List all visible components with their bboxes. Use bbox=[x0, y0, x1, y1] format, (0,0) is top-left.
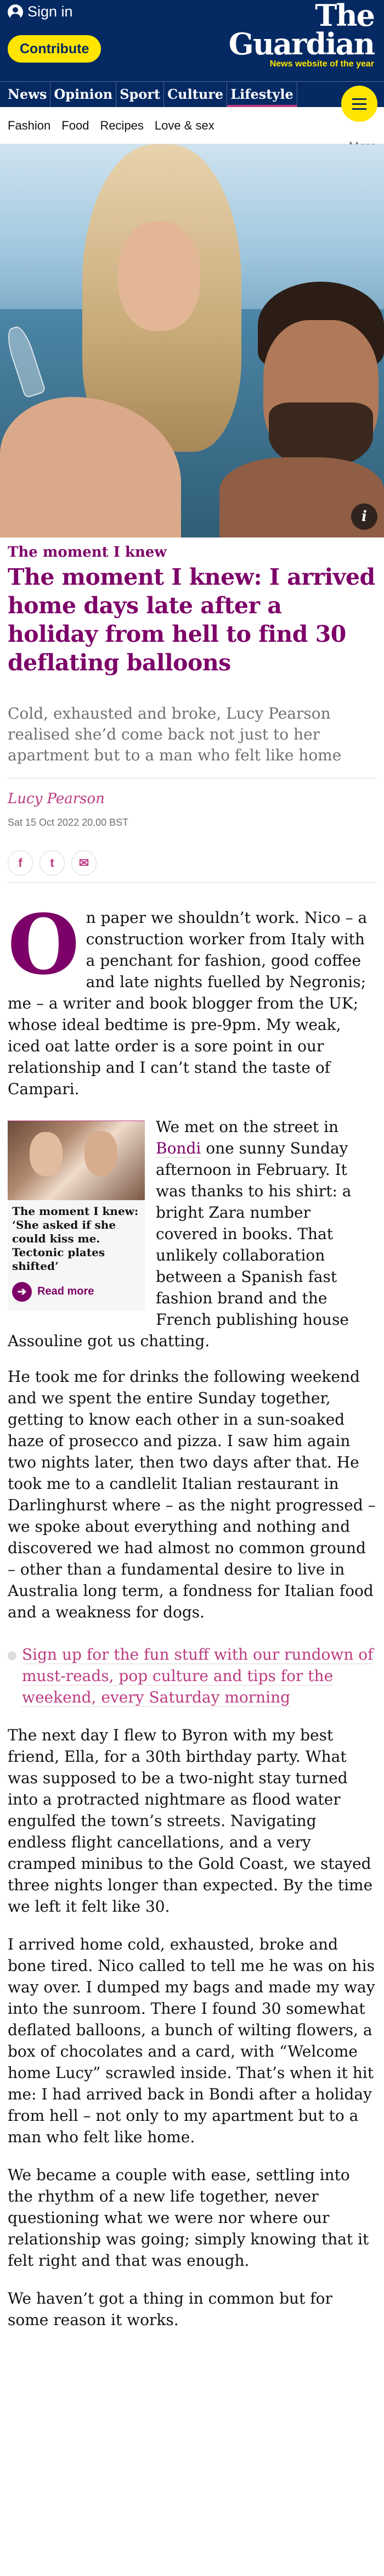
nav-item-lifestyle[interactable]: Lifestyle bbox=[227, 82, 297, 107]
divider bbox=[8, 778, 376, 779]
newsletter-signup-link[interactable]: Sign up for the fun stuff with our rundo… bbox=[8, 1644, 376, 1708]
hero-image: i bbox=[0, 144, 384, 537]
standfirst: Cold, exhausted and broke, Lucy Pearson … bbox=[8, 704, 342, 764]
logo-line-2: Guardian bbox=[228, 26, 375, 61]
nav-item-opinion[interactable]: Opinion bbox=[50, 82, 117, 107]
contribute-button[interactable]: Contribute bbox=[8, 35, 101, 63]
nav-item-sport[interactable]: Sport bbox=[116, 82, 165, 107]
subnav-item-food[interactable]: Food bbox=[61, 119, 89, 133]
rich-link-read-more[interactable]: ➔ Read more bbox=[8, 1273, 145, 1311]
paragraph-2: The moment I knew: ‘She asked if she cou… bbox=[8, 1116, 376, 1352]
email-icon[interactable]: ✉ bbox=[71, 850, 97, 876]
hamburger-icon-bar bbox=[352, 103, 366, 105]
masthead: Sign in Contribute The Guardian News web… bbox=[0, 0, 384, 107]
sub-nav: Fashion Food Recipes Love & sex bbox=[0, 107, 384, 144]
publish-date: Sat 15 Oct 2022 20.00 BST bbox=[8, 817, 129, 828]
drop-cap: O bbox=[8, 897, 80, 993]
series-kicker[interactable]: The moment I knew bbox=[8, 543, 376, 562]
sign-in-link[interactable]: Sign in bbox=[8, 3, 73, 20]
hamburger-icon-bar bbox=[352, 98, 366, 100]
paragraph-5: I arrived home cold, exhausted, broke an… bbox=[8, 1935, 375, 2146]
logo-line-1: The bbox=[315, 0, 375, 33]
hamburger-icon-bar bbox=[352, 108, 366, 110]
paragraph-3: He took me for drinks the following week… bbox=[8, 1368, 376, 1621]
article: The moment I knew The moment I knew: I a… bbox=[0, 543, 384, 2331]
rich-link-title: The moment I knew: ‘She asked if she cou… bbox=[12, 1205, 139, 1273]
subnav-item-recipes[interactable]: Recipes bbox=[100, 119, 143, 133]
user-icon bbox=[8, 4, 23, 20]
paragraph-4: The next day I flew to Byron with my bes… bbox=[8, 1726, 373, 1916]
twitter-icon[interactable]: t bbox=[39, 850, 65, 876]
byline-author[interactable]: Lucy Pearson bbox=[8, 789, 376, 808]
primary-nav: News Opinion Sport Culture Lifestyle bbox=[0, 81, 384, 107]
guardian-logo[interactable]: The Guardian News website of the year bbox=[228, 0, 375, 69]
nav-item-culture[interactable]: Culture bbox=[164, 82, 228, 107]
caption-info-icon[interactable]: i bbox=[351, 503, 377, 530]
nav-item-news[interactable]: News bbox=[0, 82, 51, 107]
newsletter-signup-text: Sign up for the fun stuff with our rundo… bbox=[22, 1645, 374, 1707]
subnav-item-love-sex[interactable]: Love & sex bbox=[155, 119, 214, 133]
divider bbox=[8, 882, 376, 883]
arrow-right-icon: ➔ bbox=[12, 1281, 32, 1302]
paragraph-1: On paper we shouldn’t work. Nico – a con… bbox=[8, 897, 376, 1100]
hero-woman-face bbox=[118, 221, 200, 331]
paragraph-6: We became a couple with ease, settling i… bbox=[8, 2166, 369, 2270]
rich-link-thumbnail bbox=[8, 1121, 145, 1200]
sign-in-label: Sign in bbox=[27, 3, 73, 20]
paragraph-2-text-a: We met on the street in bbox=[156, 1118, 339, 1136]
menu-button[interactable] bbox=[341, 86, 377, 122]
rich-link-card[interactable]: The moment I knew: ‘She asked if she cou… bbox=[8, 1121, 145, 1311]
bullet-icon bbox=[8, 1651, 16, 1660]
share-buttons: f t ✉ bbox=[8, 850, 376, 876]
article-headline: The moment I knew: I arrived home days l… bbox=[8, 564, 375, 676]
subnav-item-fashion[interactable]: Fashion bbox=[8, 119, 50, 133]
paragraph-7: We haven’t got a thing in common but for… bbox=[8, 2289, 332, 2329]
facebook-icon[interactable]: f bbox=[8, 850, 33, 876]
read-more-label: Read more bbox=[37, 1285, 94, 1297]
bondi-link[interactable]: Bondi bbox=[156, 1139, 201, 1158]
